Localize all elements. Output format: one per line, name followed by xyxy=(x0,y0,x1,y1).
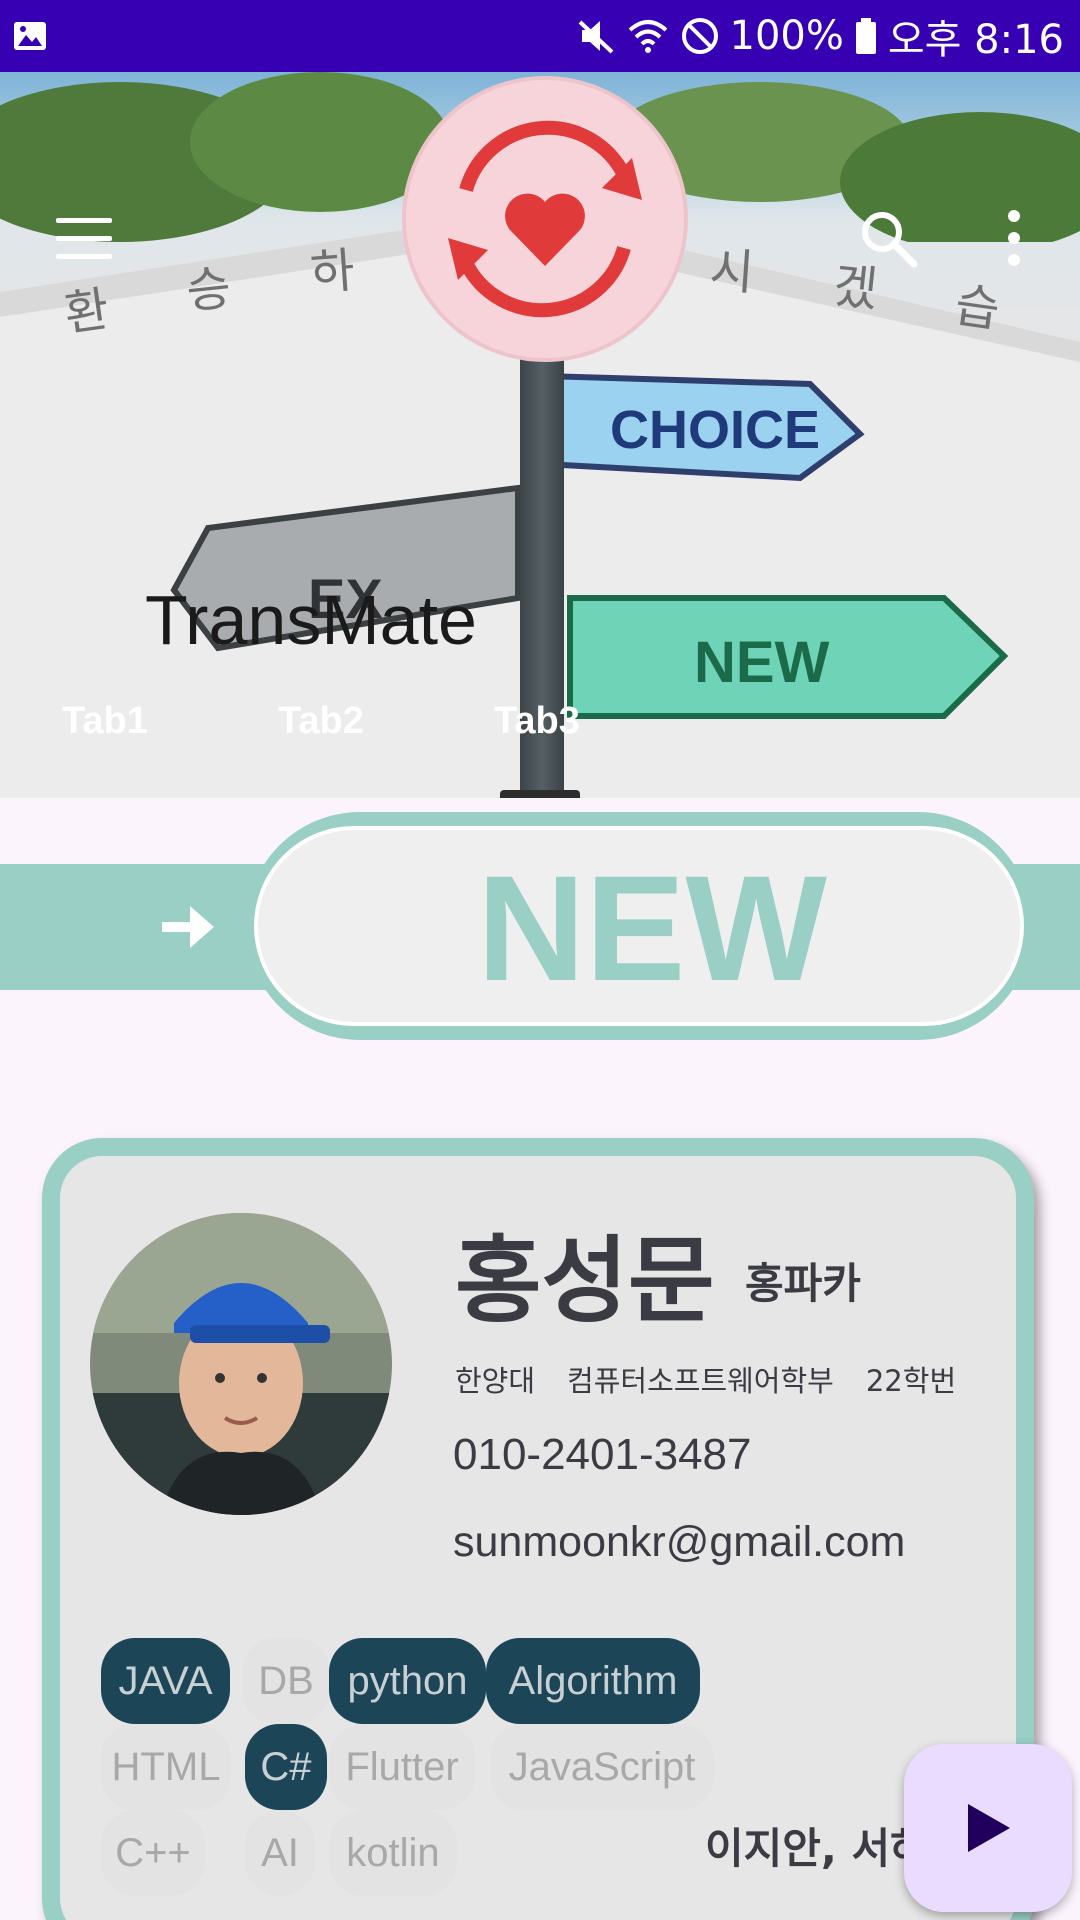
menu-icon[interactable] xyxy=(56,218,112,259)
tab-bar: Tab1 Tab2 Tab3 xyxy=(0,700,1080,760)
school: 한양대 xyxy=(455,1364,536,1398)
profile-nickname: 홍파카 xyxy=(745,1259,861,1308)
department: 컴퓨터소프트웨어학부 xyxy=(567,1364,834,1398)
logo xyxy=(402,76,688,362)
wall-text: 시 xyxy=(707,242,756,302)
mute-icon xyxy=(578,20,613,54)
avatar xyxy=(90,1213,392,1515)
choice-sign-text: CHOICE xyxy=(610,400,820,460)
skill-chip-python[interactable]: python xyxy=(329,1638,486,1724)
choice-sign: CHOICE xyxy=(541,372,865,482)
banner-label: NEW xyxy=(477,844,827,1012)
battery-icon xyxy=(855,18,876,54)
skill-chip-flutter[interactable]: Flutter xyxy=(329,1724,475,1810)
search-icon[interactable] xyxy=(858,208,918,268)
image-icon xyxy=(14,22,46,50)
phone-number[interactable]: 010-2401-3487 xyxy=(453,1430,751,1480)
profile-name: 홍성문 xyxy=(455,1227,715,1336)
sync-heart-icon xyxy=(448,120,642,318)
skill-chip-java[interactable]: JAVA xyxy=(101,1638,230,1724)
tab-1[interactable]: Tab1 xyxy=(62,700,148,743)
tab-3[interactable]: Tab3 xyxy=(494,700,580,743)
wall-text: 하 xyxy=(308,242,357,302)
school-info: 한양대 컴퓨터소프트웨어학부 22학번 xyxy=(455,1358,956,1400)
wifi-icon xyxy=(628,20,667,53)
status-bar: 100% 오후 8:16 xyxy=(0,0,1080,72)
battery-percent: 100% xyxy=(729,13,844,59)
team-members: 이지안, 서하 xyxy=(705,1824,929,1873)
skill-chip-html[interactable]: HTML xyxy=(101,1724,231,1810)
email-address[interactable]: sunmoonkr@gmail.com xyxy=(453,1518,905,1567)
skill-chip-cpp[interactable]: C++ xyxy=(101,1810,205,1896)
status-right: 100% 오후 8:16 xyxy=(576,0,1064,72)
tab-2[interactable]: Tab2 xyxy=(278,700,364,743)
wall-text: 승 xyxy=(183,259,234,321)
skill-chip-ai[interactable]: AI xyxy=(245,1810,315,1896)
play-fab-button[interactable] xyxy=(904,1744,1072,1912)
skill-chip-kotlin[interactable]: kotlin xyxy=(329,1810,457,1896)
new-banner: NEW xyxy=(0,812,1080,1040)
skill-chip-javascript[interactable]: JavaScript xyxy=(490,1724,714,1810)
new-sign-text: NEW xyxy=(694,630,830,695)
skill-chip-csharp[interactable]: C# xyxy=(245,1724,327,1810)
tab-indicator xyxy=(500,790,580,798)
more-vert-icon[interactable] xyxy=(1000,208,1028,268)
header-image: 환 승 하 시 겠 습 CHOICE EX NEW TransMate Tab1… xyxy=(0,72,1080,798)
skill-chip-algorithm[interactable]: Algorithm xyxy=(486,1638,700,1724)
app-title: TransMate xyxy=(145,581,477,659)
wall-text: 환 xyxy=(61,281,113,343)
skill-chip-db[interactable]: DB xyxy=(242,1638,330,1724)
play-icon xyxy=(968,1804,1010,1852)
do-not-disturb-icon xyxy=(681,18,718,54)
student-id: 22학번 xyxy=(865,1364,957,1398)
clock: 오후 8:16 xyxy=(887,17,1064,63)
